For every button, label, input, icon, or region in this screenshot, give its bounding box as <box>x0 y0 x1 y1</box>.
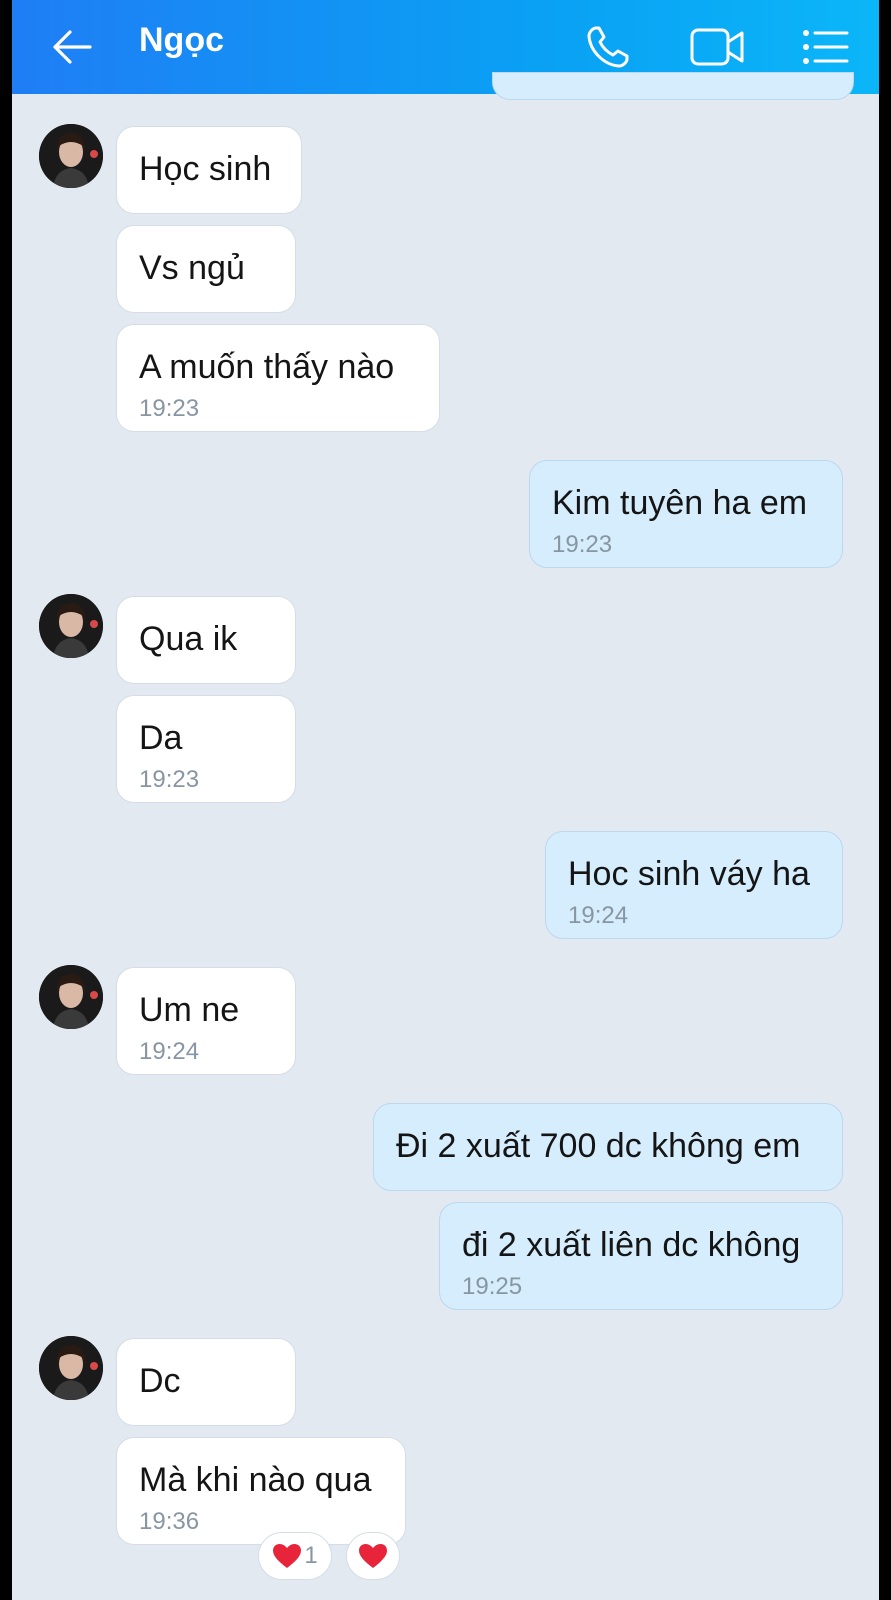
chat-screen: Ngọc Học sinh Vs ngủ A muốn thấy nào 19:… <box>12 0 879 1600</box>
message-time: 19:23 <box>139 766 200 793</box>
message-bubble-incoming[interactable]: Học sinh <box>116 126 302 214</box>
message-text: Đi 2 xuất 700 dc không em <box>396 1127 801 1165</box>
reaction-summary[interactable]: 1 <box>258 1532 332 1580</box>
message-text: Mà khi nào qua <box>139 1461 372 1499</box>
options-menu-button[interactable] <box>795 17 855 77</box>
message-text: Da <box>139 719 183 757</box>
message-text: đi 2 xuất liên dc không <box>462 1226 801 1264</box>
contact-avatar[interactable] <box>39 1336 103 1400</box>
message-bubble-outgoing[interactable]: Kim tuyên ha em 19:23 <box>529 460 843 568</box>
avatar-photo-icon <box>39 965 103 1029</box>
message-bubble-incoming[interactable]: Dc <box>116 1338 296 1426</box>
message-text: Dc <box>139 1362 181 1400</box>
message-text: Kim tuyên ha em <box>552 484 808 522</box>
contact-avatar[interactable] <box>39 965 103 1029</box>
message-text: Um ne <box>139 991 240 1029</box>
message-bubble-incoming[interactable]: Qua ik <box>116 596 296 684</box>
phone-icon <box>587 26 629 68</box>
message-time: 19:24 <box>139 1038 200 1065</box>
message-bubble-outgoing[interactable]: Hoc sinh váy ha 19:24 <box>545 831 843 939</box>
back-arrow-icon <box>53 30 92 64</box>
add-reaction-button[interactable] <box>346 1532 400 1580</box>
message-bubble-incoming[interactable]: Um ne 19:24 <box>116 967 296 1075</box>
message-time: 19:24 <box>568 902 629 929</box>
message-time: 19:36 <box>139 1508 200 1535</box>
message-text: A muốn thấy nào <box>139 348 395 386</box>
message-bubble-incoming[interactable]: Vs ngủ <box>116 225 296 313</box>
avatar-photo-icon <box>39 594 103 658</box>
message-text: Học sinh <box>139 150 272 188</box>
heart-icon <box>359 1544 387 1568</box>
contact-avatar[interactable] <box>39 594 103 658</box>
message-time: 19:25 <box>462 1273 523 1300</box>
message-bubble-incoming[interactable]: A muốn thấy nào 19:23 <box>116 324 440 432</box>
avatar-photo-icon <box>39 1336 103 1400</box>
message-bubble-partial[interactable] <box>492 72 854 100</box>
video-call-icon <box>690 28 744 66</box>
message-bubble-outgoing[interactable]: Đi 2 xuất 700 dc không em <box>373 1103 843 1191</box>
contact-avatar[interactable] <box>39 124 103 188</box>
avatar-photo-icon <box>39 124 103 188</box>
back-button[interactable] <box>42 17 102 77</box>
message-time: 19:23 <box>552 531 613 558</box>
message-text: Hoc sinh váy ha <box>568 855 810 893</box>
reaction-count: 1 <box>304 1542 318 1569</box>
heart-icon <box>273 1544 302 1568</box>
video-call-button[interactable] <box>687 17 747 77</box>
message-time: 19:23 <box>139 395 200 422</box>
list-menu-icon <box>803 30 849 64</box>
contact-name[interactable]: Ngọc <box>139 20 224 60</box>
message-bubble-incoming[interactable]: Mà khi nào qua 19:36 <box>116 1437 406 1545</box>
message-bubble-outgoing[interactable]: đi 2 xuất liên dc không 19:25 <box>439 1202 843 1310</box>
message-text: Vs ngủ <box>139 249 245 287</box>
voice-call-button[interactable] <box>578 17 638 77</box>
message-bubble-incoming[interactable]: Da 19:23 <box>116 695 296 803</box>
message-text: Qua ik <box>139 620 238 658</box>
